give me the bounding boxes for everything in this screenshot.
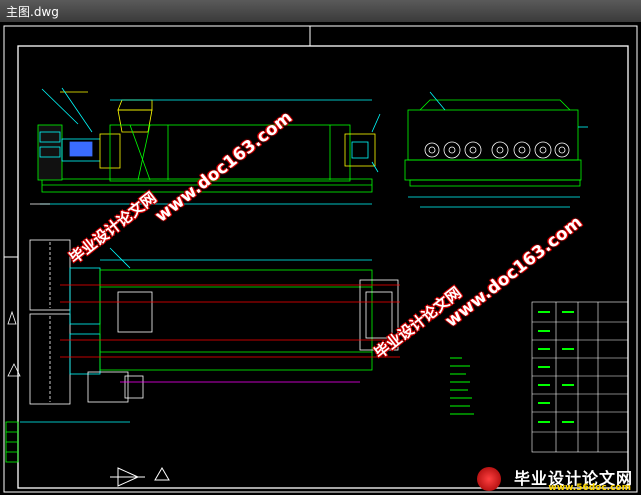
window-title: 主图.dwg bbox=[6, 5, 59, 19]
window-titlebar[interactable]: 主图.dwg bbox=[0, 0, 641, 23]
side-view bbox=[404, 91, 588, 208]
logo-url: www.56doc.com bbox=[548, 483, 631, 493]
notes-block bbox=[450, 357, 474, 415]
parts-list-table bbox=[531, 301, 629, 453]
site-logo: 毕业设计论文网 www.56doc.com bbox=[477, 465, 637, 493]
logo-mark-icon bbox=[477, 467, 501, 491]
cad-drawing-canvas[interactable]: www.doc163.com 毕业设计论文网 www.doc163.com 毕业… bbox=[0, 22, 641, 495]
